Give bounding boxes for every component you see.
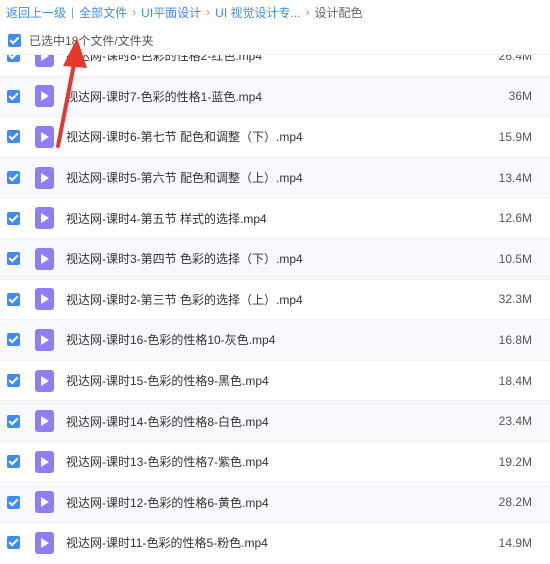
video-file-icon [35, 85, 54, 108]
file-name[interactable]: 视达网-课时16-色彩的性格10-灰色.mp4 [66, 331, 275, 348]
crumb-current-folder: 设计配色 [314, 5, 363, 20]
file-name[interactable]: 视达网-课时4-第五节 样式的选择.mp4 [66, 210, 267, 227]
select-all-checkbox-icon[interactable] [8, 33, 21, 47]
checkbox-checked-icon[interactable] [7, 374, 20, 388]
file-row[interactable]: 视达网-课时14-色彩的性格8-白色.mp4 23.4M [0, 401, 550, 442]
video-file-icon [35, 369, 54, 392]
checkbox-checked-icon[interactable] [7, 211, 20, 225]
video-file-icon [35, 247, 54, 270]
crumb-back[interactable]: 返回上一级 [6, 4, 66, 21]
video-file-icon [35, 328, 54, 351]
file-row[interactable]: 视达网-课时6-第七节 配色和调整（下）.mp4 15.9M [0, 117, 550, 158]
breadcrumb-arrow: › [305, 5, 310, 19]
checkbox-checked-icon[interactable] [7, 171, 20, 185]
file-name[interactable]: 视达网-课时14-色彩的性格8-白色.mp4 [66, 413, 269, 430]
file-size: 28.2M [498, 495, 532, 510]
checkbox-checked-icon[interactable] [7, 495, 20, 509]
video-file-icon [35, 288, 54, 311]
file-size: 23.4M [498, 414, 532, 429]
file-size: 32.3M [498, 292, 532, 307]
file-row[interactable]: 视达网-课时2-第三节 色彩的选择（上）.mp4 32.3M [0, 280, 550, 321]
video-file-icon [35, 410, 54, 433]
checkbox-checked-icon[interactable] [7, 455, 20, 469]
file-size: 10.5M [498, 251, 532, 266]
file-size: 19.2M [498, 454, 532, 469]
file-size: 36M [508, 89, 532, 104]
file-row[interactable]: 视达网-课时15-色彩的性格9-黑色.mp4 18.4M [0, 361, 550, 402]
file-name[interactable]: 视达网-课时12-色彩的性格6-黄色.mp4 [66, 494, 269, 511]
checkbox-checked-icon[interactable] [7, 414, 20, 428]
file-size: 18.4M [498, 373, 532, 388]
file-list: 视达网-课时8-色彩的性格2-红色.mp4 26.4M 视达网-课时7-色彩的性格1… [0, 36, 550, 564]
breadcrumb-arrow: › [132, 5, 137, 19]
checkbox-checked-icon[interactable] [7, 89, 20, 103]
file-row[interactable]: 视达网-课时3-第四节 色彩的选择（下）.mp4 10.5M [0, 238, 550, 280]
selection-count-text: 已选中18个文件/文件夹 [29, 33, 154, 48]
video-file-icon [35, 166, 54, 189]
video-file-icon [35, 450, 54, 473]
file-row[interactable]: 视达网-课时5-第六节 配色和调整（上）.mp4 13.4M [0, 157, 550, 199]
file-name[interactable]: 视达网-课时13-色彩的性格7-紫色.mp4 [66, 453, 269, 470]
file-row[interactable]: 视达网-课时12-色彩的性格6-黄色.mp4 28.2M [0, 482, 550, 524]
crumb-visual-design[interactable]: UI 视觉设计专... [215, 4, 300, 21]
crumb-all-files[interactable]: 全部文件 [79, 4, 127, 21]
crumb-ui-design[interactable]: UI平面设计 [141, 4, 201, 21]
file-name[interactable]: 视达网-课时3-第四节 色彩的选择（下）.mp4 [66, 250, 303, 267]
checkbox-checked-icon[interactable] [7, 333, 20, 347]
file-size: 16.8M [498, 332, 532, 347]
breadcrumb-separator: | [71, 5, 75, 19]
video-file-icon [35, 531, 54, 554]
file-size: 13.4M [498, 170, 532, 185]
file-name[interactable]: 视达网-课时6-第七节 配色和调整（下）.mp4 [66, 128, 303, 145]
file-size: 15.9M [498, 129, 532, 144]
file-size: 12.6M [498, 211, 532, 226]
video-file-icon [35, 125, 54, 148]
file-size: 14.9M [498, 535, 532, 550]
file-row[interactable]: 视达网-课时16-色彩的性格10-灰色.mp4 16.8M [0, 320, 550, 361]
file-row[interactable]: 视达网-课时13-色彩的性格7-紫色.mp4 19.2M [0, 442, 550, 483]
file-row[interactable]: 视达网-课时4-第五节 样式的选择.mp4 12.6M [0, 198, 550, 239]
video-file-icon [35, 491, 54, 514]
checkbox-checked-icon[interactable] [7, 292, 20, 306]
file-row[interactable]: 视达网-课时11-色彩的性格5-粉色.mp4 14.9M [0, 523, 550, 564]
file-name[interactable]: 视达网-课时15-色彩的性格9-黑色.mp4 [66, 372, 269, 389]
file-name[interactable]: 视达网-课时2-第三节 色彩的选择（上）.mp4 [66, 291, 303, 308]
checkbox-checked-icon[interactable] [7, 536, 20, 550]
video-file-icon [35, 207, 54, 230]
breadcrumb: 返回上一级 | 全部文件 › UI平面设计 › UI 视觉设计专... › 设计… [0, 0, 550, 24]
checkbox-checked-icon[interactable] [7, 252, 20, 266]
breadcrumb-arrow: › [206, 5, 211, 19]
selection-bar: 已选中18个文件/文件夹 [0, 26, 550, 55]
file-name[interactable]: 视达网-课时7-色彩的性格1-蓝色.mp4 [66, 88, 262, 105]
checkbox-checked-icon[interactable] [7, 130, 20, 144]
file-row[interactable]: 视达网-课时7-色彩的性格1-蓝色.mp4 36M [0, 76, 550, 118]
file-name[interactable]: 视达网-课时5-第六节 配色和调整（上）.mp4 [66, 169, 303, 186]
file-name[interactable]: 视达网-课时11-色彩的性格5-粉色.mp4 [66, 534, 268, 551]
